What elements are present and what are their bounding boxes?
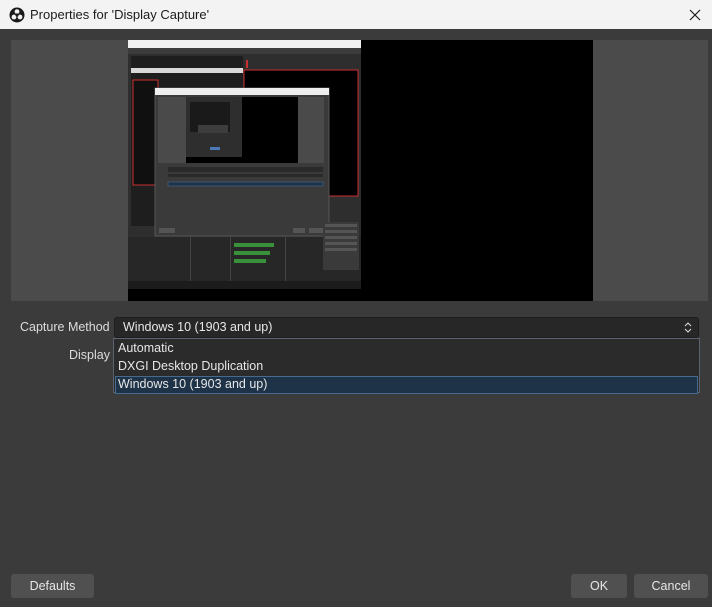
dropdown-option-automatic[interactable]: Automatic (115, 340, 698, 358)
capture-method-select[interactable]: Windows 10 (1903 and up) (114, 317, 699, 338)
dropdown-option-dxgi[interactable]: DXGI Desktop Duplication (115, 358, 698, 376)
capture-method-value: Windows 10 (1903 and up) (123, 320, 273, 334)
close-icon (689, 9, 701, 20)
preview-area (11, 40, 708, 301)
up-down-chevron-icon (684, 322, 692, 333)
obs-logo-icon (9, 7, 25, 23)
cancel-button[interactable]: Cancel (634, 574, 708, 598)
display-capture-preview (128, 40, 593, 301)
display-label: Display (69, 348, 110, 362)
capture-method-dropdown-list: Automatic DXGI Desktop Duplication Windo… (113, 338, 700, 394)
close-button[interactable] (678, 0, 712, 29)
defaults-button[interactable]: Defaults (11, 574, 94, 598)
window-title: Properties for 'Display Capture' (30, 7, 210, 22)
capture-method-label: Capture Method (20, 320, 110, 334)
ok-button[interactable]: OK (571, 574, 627, 598)
dropdown-option-windows10[interactable]: Windows 10 (1903 and up) (115, 376, 698, 394)
title-bar: Properties for 'Display Capture' (0, 0, 712, 29)
